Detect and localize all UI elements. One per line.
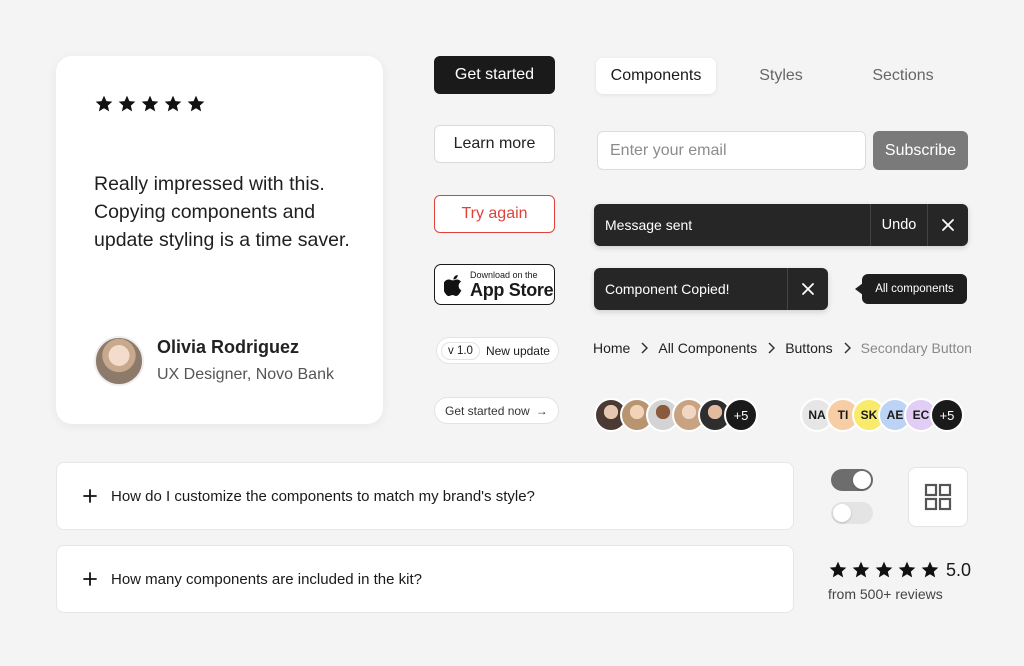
close-icon — [802, 283, 814, 295]
learn-more-button[interactable]: Learn more — [434, 125, 555, 163]
arrow-right-icon: → — [535, 403, 548, 418]
faq-question: How do I customize the components to mat… — [111, 487, 535, 505]
breadcrumb-current: Secondary Button — [860, 340, 972, 356]
avatar-count[interactable]: +5 — [930, 398, 964, 432]
tab-components[interactable]: Components — [596, 58, 716, 94]
avatar-group-initials: NA TI SK AE EC +5 — [800, 398, 964, 432]
chevron-right-icon — [757, 340, 785, 356]
chevron-right-icon — [630, 340, 658, 356]
badge-text: New update — [485, 343, 550, 358]
toast-message: Message sent — [605, 217, 693, 233]
star-icon — [187, 95, 205, 112]
app-store-text: Download on the App Store — [470, 269, 554, 300]
app-store-button[interactable]: Download on the App Store — [434, 264, 555, 305]
grid-view-button[interactable] — [908, 467, 968, 527]
try-again-button[interactable]: Try again — [434, 195, 555, 233]
star-icon — [875, 561, 893, 578]
breadcrumb-buttons[interactable]: Buttons — [785, 340, 832, 356]
star-icon — [141, 95, 159, 112]
faq-item[interactable]: How many components are included in the … — [56, 545, 794, 613]
toast-close-button[interactable] — [928, 204, 968, 246]
grid-icon — [924, 483, 952, 511]
tab-sections[interactable]: Sections — [842, 58, 964, 94]
toast-message: Component Copied! — [605, 281, 730, 297]
person-role: UX Designer, Novo Bank — [157, 366, 334, 383]
avatar — [94, 336, 144, 386]
rating-stars — [828, 560, 940, 580]
tooltip: All components — [862, 274, 967, 304]
avatar-count[interactable]: +5 — [724, 398, 758, 432]
avatar-group-photos: +5 — [594, 398, 758, 432]
get-started-button[interactable]: Get started — [434, 56, 555, 94]
star-icon — [921, 561, 939, 578]
undo-button[interactable]: Undo — [871, 217, 927, 233]
breadcrumb: Home All Components Buttons Secondary Bu… — [593, 340, 972, 356]
close-icon — [942, 219, 954, 231]
star-icon — [164, 95, 182, 112]
plus-icon — [83, 572, 97, 586]
toast-message-sent: Message sent Undo — [594, 204, 968, 246]
faq-question: How many components are included in the … — [111, 570, 423, 588]
testimonial-quote: Really impressed with this. Copying comp… — [94, 173, 350, 251]
star-icon — [898, 561, 916, 578]
toggle-switch-on[interactable] — [831, 469, 873, 491]
toast-component-copied: Component Copied! — [594, 268, 828, 310]
faq-item[interactable]: How do I customize the components to mat… — [56, 462, 794, 530]
star-icon — [829, 561, 847, 578]
star-icon — [95, 95, 113, 112]
tab-styles[interactable]: Styles — [720, 58, 842, 94]
chevron-right-icon — [833, 340, 861, 356]
email-field[interactable] — [597, 131, 866, 170]
star-icon — [852, 561, 870, 578]
star-icon — [118, 95, 136, 112]
toggle-switch-off[interactable] — [831, 502, 873, 524]
version-badge: v 1.0 — [441, 341, 480, 360]
toast-close-button[interactable] — [788, 268, 828, 310]
person-name: Olivia Rodriguez — [157, 337, 300, 357]
toggle-knob — [833, 504, 851, 522]
app-store-big-label: App Store — [470, 279, 554, 300]
app-store-small-label: Download on the — [470, 269, 538, 280]
apple-icon — [444, 274, 462, 296]
rating-subtext: from 500+ reviews — [828, 586, 943, 602]
subscribe-button[interactable]: Subscribe — [873, 131, 968, 170]
plus-icon — [83, 489, 97, 503]
breadcrumb-home[interactable]: Home — [593, 340, 630, 356]
breadcrumb-all-components[interactable]: All Components — [658, 340, 757, 356]
link-label: Get started now — [445, 403, 530, 418]
testimonial-card: Really impressed with this. Copying comp… — [56, 56, 383, 424]
tab-bar: Components Styles Sections — [596, 58, 964, 94]
get-started-now-link[interactable]: Get started now → — [434, 397, 559, 424]
toggle-knob — [853, 471, 871, 489]
rating-value: 5.0 — [946, 560, 972, 580]
new-update-badge[interactable]: v 1.0 New update — [436, 337, 559, 364]
testimonial-stars — [94, 94, 206, 114]
